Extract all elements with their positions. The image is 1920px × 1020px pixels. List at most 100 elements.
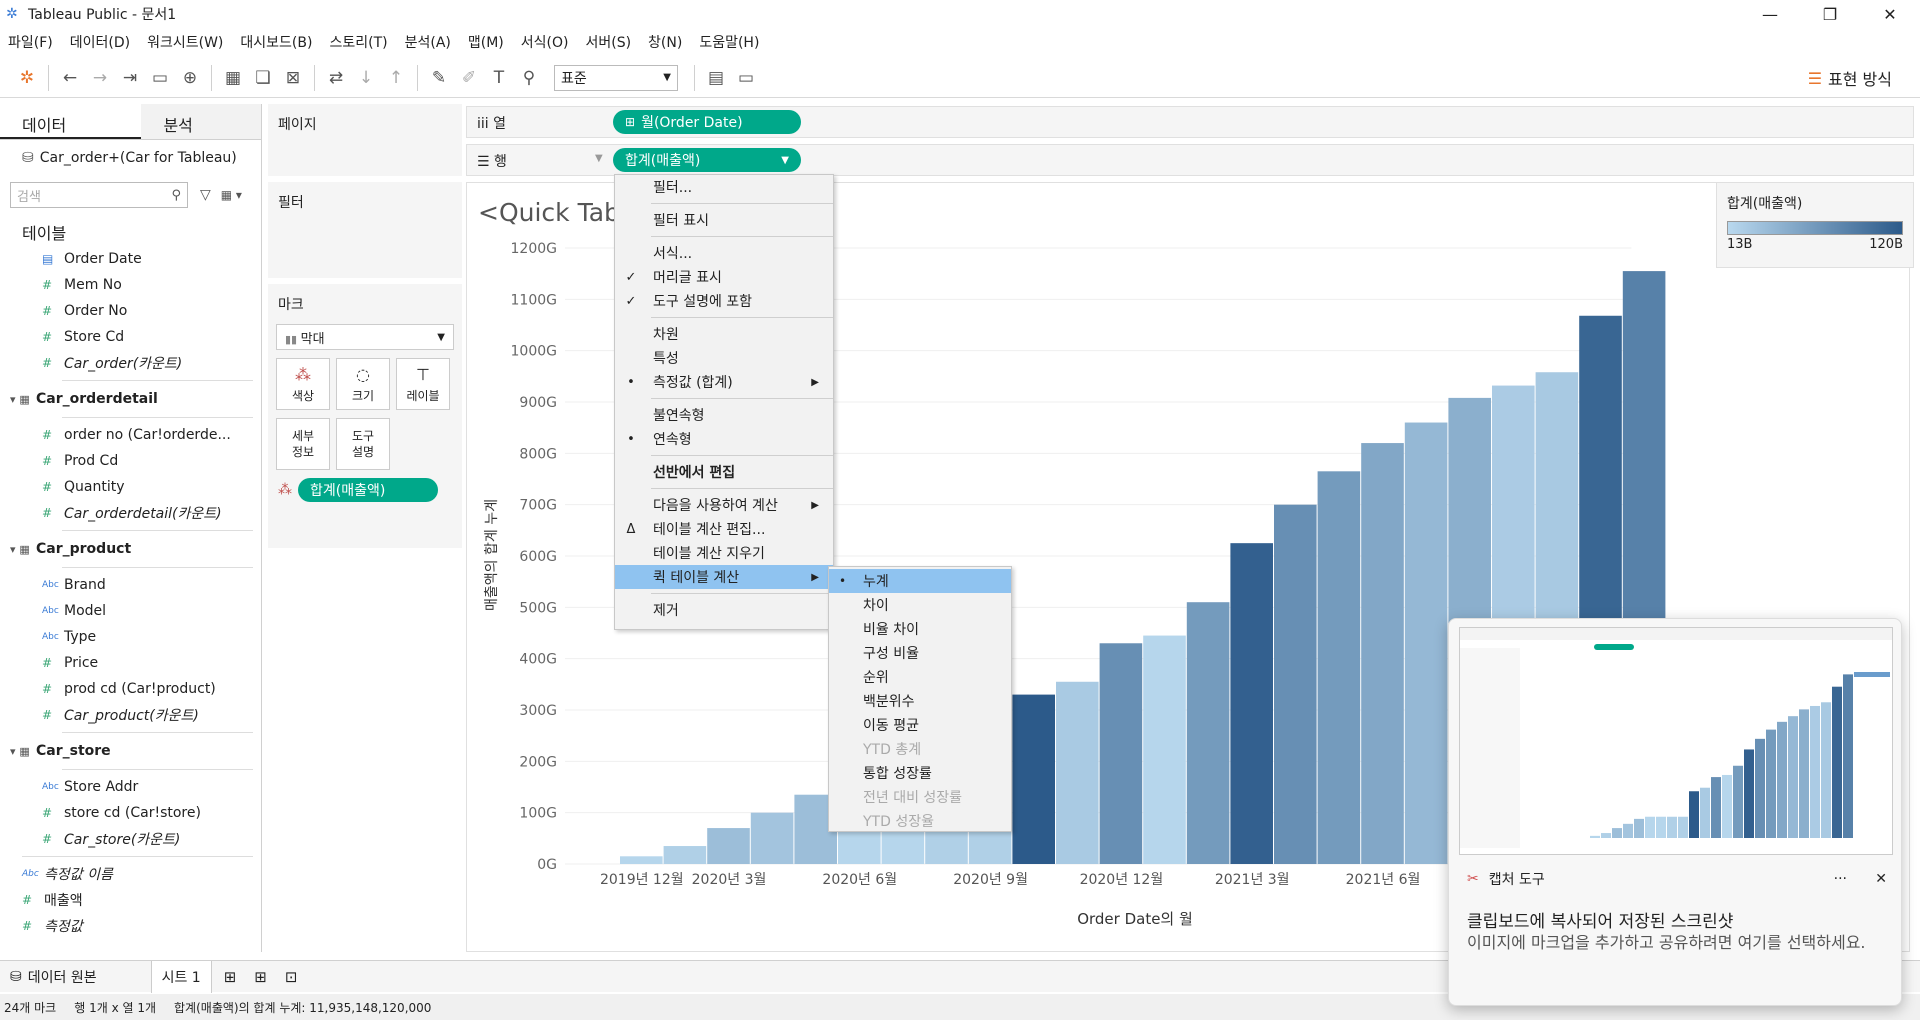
- table-group[interactable]: ▾ ▦ Car_orderdetail: [0, 385, 261, 413]
- snipping-tool-notification[interactable]: ✂ 캡처 도구 ··· ✕ 클립보드에 복사되어 저장된 스크린샷 이미지에 마…: [1448, 618, 1902, 1006]
- swap-icon[interactable]: ⇄: [321, 63, 351, 93]
- quick-calc-item[interactable]: • 누계: [829, 569, 1011, 593]
- bar[interactable]: [1012, 694, 1055, 864]
- mark-label-button[interactable]: ⊤ 레이블: [396, 358, 450, 410]
- tab-analytics[interactable]: 분석: [141, 104, 261, 139]
- menu-item-8[interactable]: 서버(S): [585, 32, 631, 52]
- field-item[interactable]: # prod cd (Car!product): [22, 676, 261, 702]
- context-menu-item[interactable]: 필터...: [615, 175, 833, 199]
- quick-calc-item[interactable]: 백분위수: [829, 689, 1011, 713]
- sort-asc-icon[interactable]: ↓: [351, 63, 381, 93]
- menu-item-0[interactable]: 파일(F): [8, 32, 53, 52]
- pages-card[interactable]: 페이지: [268, 104, 462, 176]
- show-cards-icon[interactable]: ▤: [701, 63, 731, 93]
- replay-icon[interactable]: ⇥: [115, 63, 145, 93]
- toast-close-button[interactable]: ✕: [1875, 871, 1887, 887]
- duplicate-sheet-icon[interactable]: ❏: [248, 63, 278, 93]
- new-datasource-icon[interactable]: ⊕: [175, 63, 205, 93]
- bar[interactable]: [1361, 443, 1404, 864]
- pin-icon[interactable]: ⚲: [514, 63, 544, 93]
- field-item[interactable]: # Car_store(카운트): [22, 826, 261, 852]
- filter-icon[interactable]: ▽: [200, 187, 211, 203]
- new-dashboard-icon[interactable]: ⊞: [254, 968, 267, 986]
- context-menu-item[interactable]: 차원: [615, 322, 833, 346]
- field-item[interactable]: Abc Type: [22, 624, 261, 650]
- mark-detail-button[interactable]: 세부 정보: [276, 418, 330, 470]
- context-menu-item[interactable]: 특성: [615, 346, 833, 370]
- menu-item-9[interactable]: 창(N): [648, 32, 682, 52]
- bar[interactable]: [1404, 422, 1448, 864]
- clear-sheet-icon[interactable]: ⊠: [278, 63, 308, 93]
- table-group[interactable]: ▾ ▦ Car_store: [0, 737, 261, 765]
- context-menu-item[interactable]: ✓ 머리글 표시: [615, 265, 833, 289]
- close-button[interactable]: ✕: [1860, 0, 1920, 28]
- mark-color-button[interactable]: ⁂ 색상: [276, 358, 330, 410]
- measure-item[interactable]: # 측정값: [2, 913, 261, 939]
- menu-item-2[interactable]: 워크시트(W): [147, 32, 223, 52]
- sort-desc-icon[interactable]: ↑: [381, 63, 411, 93]
- quick-calc-item[interactable]: 비율 차이: [829, 617, 1011, 641]
- measure-item[interactable]: Abc 측정값 이름: [2, 861, 261, 887]
- tab-sheet1[interactable]: 시트 1: [150, 960, 212, 993]
- highlight-icon[interactable]: ✎: [424, 63, 454, 93]
- context-menu-item[interactable]: ✓ 도구 설명에 포함: [615, 289, 833, 313]
- menu-item-4[interactable]: 스토리(T): [329, 32, 387, 52]
- menu-item-10[interactable]: 도움말(H): [699, 32, 759, 52]
- color-legend[interactable]: 합계(매출액) 13B 120B: [1716, 182, 1914, 268]
- new-story-icon[interactable]: ⊡: [285, 968, 298, 986]
- bar[interactable]: [707, 828, 750, 864]
- context-menu-item[interactable]: 선반에서 편집: [615, 460, 833, 484]
- context-menu-item[interactable]: 제거: [615, 598, 833, 622]
- new-worksheet-icon[interactable]: ⊞: [224, 968, 237, 986]
- field-item[interactable]: # Car_product(카운트): [22, 702, 261, 728]
- context-menu-item[interactable]: Δ 테이블 계산 편집...: [615, 517, 833, 541]
- view-options-icon[interactable]: ▦ ▾: [221, 188, 242, 202]
- field-item[interactable]: Abc Brand: [22, 572, 261, 598]
- field-item[interactable]: # Prod Cd: [22, 448, 261, 474]
- bar[interactable]: [1230, 543, 1273, 864]
- bar[interactable]: [1099, 643, 1143, 864]
- context-menu-item[interactable]: 서식...: [615, 241, 833, 265]
- table-group[interactable]: ▾ ▦ Car_product: [0, 535, 261, 563]
- rows-pill[interactable]: 합계(매출액) ▼: [613, 148, 801, 172]
- group-icon[interactable]: ✐: [454, 63, 484, 93]
- bar[interactable]: [620, 856, 663, 864]
- save-icon[interactable]: ▭: [145, 63, 175, 93]
- field-item[interactable]: Abc Store Addr: [22, 774, 261, 800]
- menu-item-6[interactable]: 맵(M): [468, 32, 504, 52]
- datasource[interactable]: ⛁ Car_order+(Car for Tableau): [0, 140, 261, 176]
- more-options-button[interactable]: ···: [1834, 871, 1847, 887]
- menu-item-5[interactable]: 분석(A): [405, 32, 451, 52]
- bar[interactable]: [1056, 681, 1099, 864]
- bar[interactable]: [1317, 471, 1361, 864]
- presentation-icon[interactable]: ▭: [731, 63, 761, 93]
- field-item[interactable]: # Car_orderdetail(카운트): [22, 500, 261, 526]
- context-menu-item[interactable]: • 연속형: [615, 427, 833, 451]
- field-item[interactable]: # Mem No: [22, 272, 261, 298]
- bar[interactable]: [1143, 635, 1186, 864]
- field-item[interactable]: # order no (Car!orderde...: [22, 422, 261, 448]
- tab-data[interactable]: 데이터: [0, 104, 142, 139]
- bar[interactable]: [663, 846, 707, 864]
- screenshot-thumbnail[interactable]: [1459, 627, 1893, 855]
- tableau-home-icon[interactable]: ✲: [12, 63, 42, 93]
- field-item[interactable]: # Quantity: [22, 474, 261, 500]
- context-menu-item[interactable]: 불연속형: [615, 403, 833, 427]
- menu-item-1[interactable]: 데이터(D): [70, 32, 130, 52]
- context-menu-item[interactable]: 다음을 사용하여 계산 ▶: [615, 493, 833, 517]
- field-item[interactable]: # Store Cd: [22, 324, 261, 350]
- maximize-button[interactable]: ❐: [1800, 0, 1860, 28]
- show-me-button[interactable]: ☰ 표현 방식: [1808, 66, 1892, 90]
- rows-shelf[interactable]: ☰ 행 ▼ 합계(매출액) ▼: [466, 144, 1914, 176]
- quick-calc-item[interactable]: 차이: [829, 593, 1011, 617]
- menu-item-3[interactable]: 대시보드(B): [240, 32, 312, 52]
- mark-size-button[interactable]: ◌ 크기: [336, 358, 390, 410]
- context-menu-item[interactable]: • 측정값 (합계) ▶: [615, 370, 833, 394]
- quick-calc-item[interactable]: 구성 비율: [829, 641, 1011, 665]
- context-menu-item[interactable]: 퀵 테이블 계산 ▶: [615, 565, 833, 589]
- bar[interactable]: [1186, 602, 1230, 864]
- field-item[interactable]: # store cd (Car!store): [22, 800, 261, 826]
- redo-icon[interactable]: →: [85, 63, 115, 93]
- tab-datasource[interactable]: ⛁ 데이터 원본: [0, 961, 107, 993]
- context-menu-item[interactable]: 필터 표시: [615, 208, 833, 232]
